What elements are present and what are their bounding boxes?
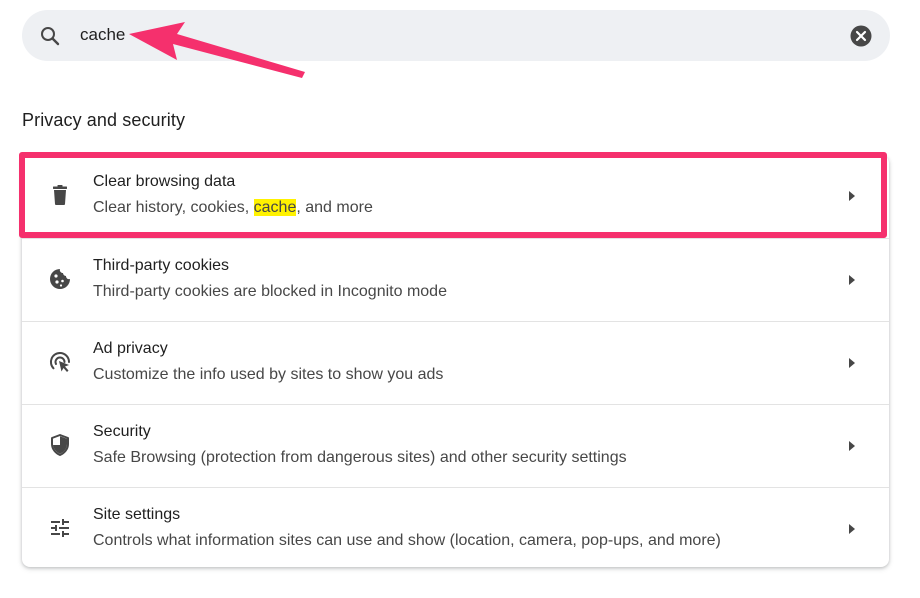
search-icon[interactable] xyxy=(38,24,62,48)
search-match-highlight: cache xyxy=(253,199,297,216)
row-subtitle: Safe Browsing (protection from dangerous… xyxy=(93,449,627,466)
trash-icon xyxy=(53,185,67,205)
row-title: Site settings xyxy=(93,506,181,523)
row-subtitle: Clear history, cookies, cache, and more xyxy=(93,199,373,217)
row-subtitle: Controls what information sites can use … xyxy=(93,532,721,549)
row-subtitle: Third-party cookies are blocked in Incog… xyxy=(93,283,447,300)
site-settings-row[interactable]: Site settings Controls what information … xyxy=(22,487,889,570)
subtitle-text: Clear history, cookies, xyxy=(93,199,254,216)
third-party-cookies-row[interactable]: Third-party cookies Third-party cookies … xyxy=(22,238,889,321)
shield-icon xyxy=(51,434,69,456)
chevron-right-icon xyxy=(849,275,855,285)
chevron-right-icon xyxy=(849,191,855,201)
search-bar[interactable] xyxy=(22,10,890,61)
chevron-right-icon xyxy=(849,441,855,451)
security-row[interactable]: Security Safe Browsing (protection from … xyxy=(22,404,889,487)
row-subtitle: Customize the info used by sites to show… xyxy=(93,366,444,383)
settings-page: Privacy and security Clear browsing data… xyxy=(0,0,920,598)
section-heading: Privacy and security xyxy=(22,110,186,130)
row-title: Third-party cookies xyxy=(93,257,230,274)
chevron-right-icon xyxy=(849,358,855,368)
chevron-right-icon xyxy=(849,524,855,534)
row-title: Ad privacy xyxy=(93,340,168,357)
row-title: Security xyxy=(93,423,151,440)
tune-icon xyxy=(51,519,69,537)
row-title: Clear browsing data xyxy=(93,173,236,190)
cookie-icon xyxy=(50,269,70,289)
subtitle-text: , and more xyxy=(296,199,373,216)
ad-privacy-icon xyxy=(49,351,70,372)
search-input[interactable] xyxy=(80,20,780,50)
privacy-security-card: Clear browsing data Clear history, cooki… xyxy=(22,155,889,567)
clear-search-icon[interactable] xyxy=(850,25,872,47)
ad-privacy-row[interactable]: Ad privacy Customize the info used by si… xyxy=(22,321,889,404)
clear-browsing-data-row[interactable]: Clear browsing data Clear history, cooki… xyxy=(22,155,889,238)
